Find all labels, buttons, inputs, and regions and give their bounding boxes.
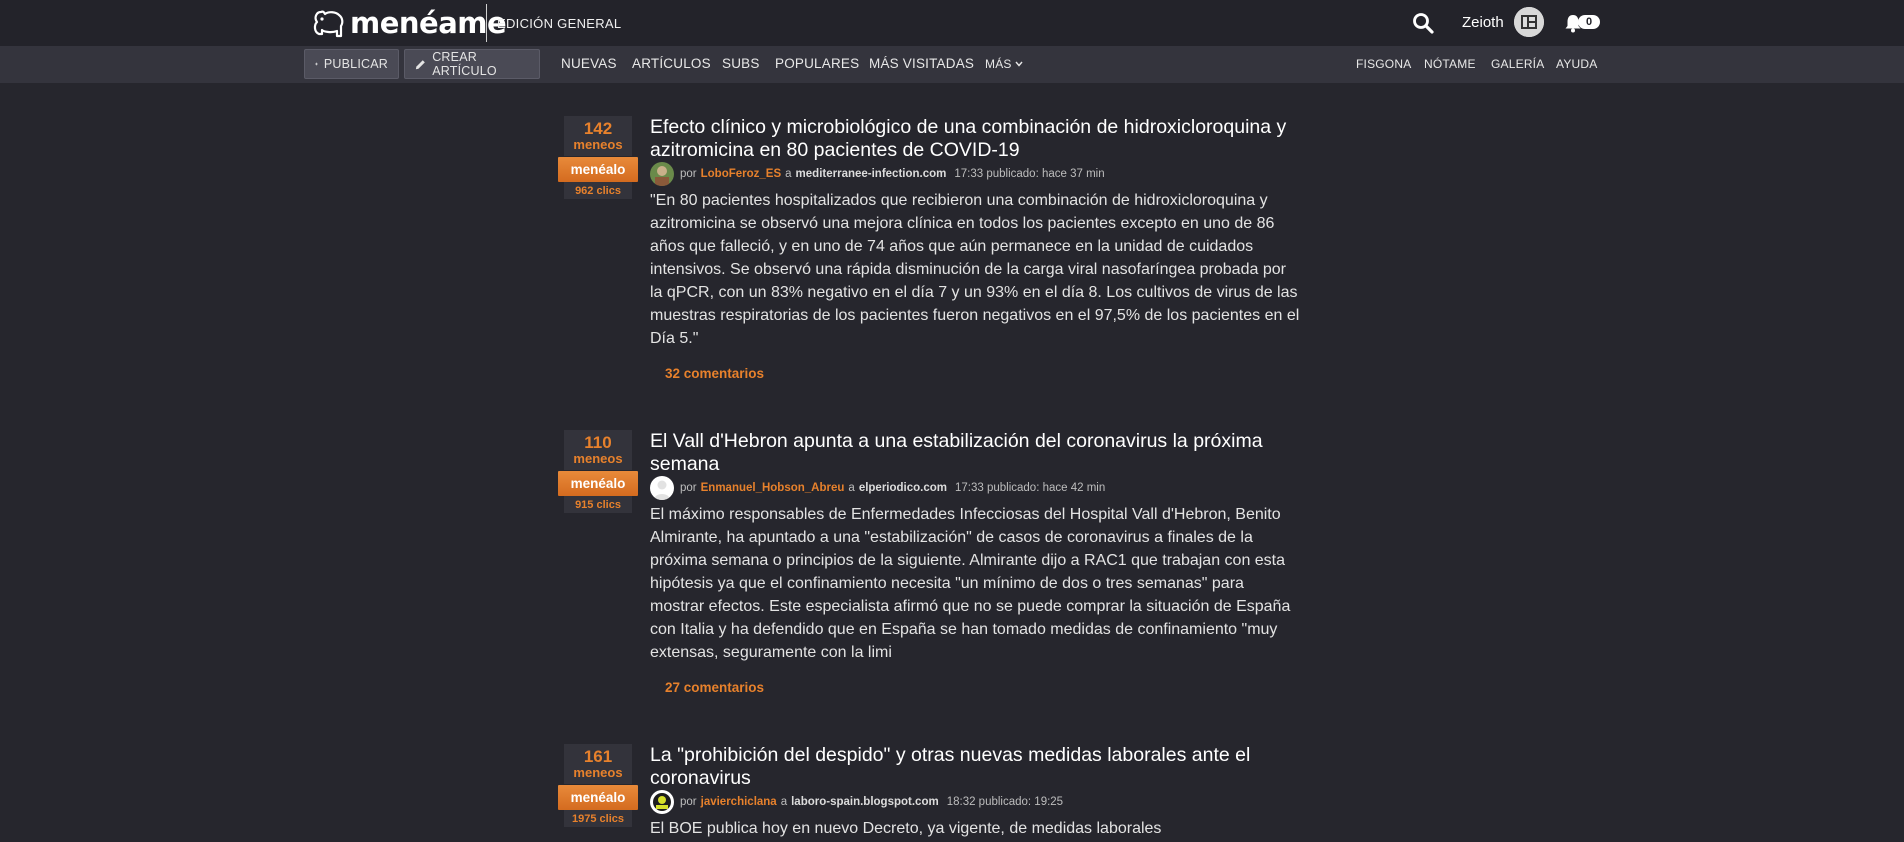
author-avatar[interactable] — [650, 162, 674, 186]
author-avatar-image-icon — [650, 476, 674, 500]
story-time: 18:32 publicado: 19:25 — [946, 796, 1064, 808]
vote-unit: meneos — [573, 451, 623, 466]
menealo-button[interactable]: menéalo — [558, 785, 638, 810]
story-body: El máximo responsables de Enfermedades I… — [650, 506, 1291, 661]
domain-link[interactable]: elperiodico.com — [859, 482, 947, 494]
story-title[interactable]: El Vall d'Hebron apunta a una estabiliza… — [650, 430, 1310, 475]
vote-counter: 161 meneos — [564, 744, 632, 784]
nav-right-galeria[interactable]: GALERÍA — [1491, 57, 1544, 71]
vote-box: 161 meneos menéalo 1975 clics — [558, 744, 638, 827]
plus-icon — [315, 62, 318, 66]
notification-count-badge[interactable]: 0 — [1578, 15, 1600, 29]
vote-count: 110 — [584, 433, 612, 452]
nav-item-mas-label: MÁS — [985, 57, 1012, 71]
nav-item-populares[interactable]: POPULARES — [775, 56, 859, 71]
edition-label[interactable]: EDICIÓN GENERAL — [497, 16, 621, 31]
avatar-image-icon — [1514, 7, 1544, 37]
author-avatar[interactable] — [650, 476, 674, 500]
domain-link[interactable]: laboro-spain.blogspot.com — [791, 796, 939, 808]
publish-button[interactable]: PUBLICAR — [304, 49, 399, 79]
nav-right-notame[interactable]: NÓTAME — [1424, 57, 1476, 71]
nav-item-articulos[interactable]: ARTÍCULOS — [632, 56, 711, 71]
nav-right-fisgona[interactable]: FISGONA — [1356, 57, 1411, 71]
vote-count: 161 — [583, 747, 613, 766]
meneame-logo-icon — [313, 10, 344, 38]
logo-divider — [486, 4, 487, 42]
comments-link[interactable]: 27 comentarios — [665, 680, 764, 695]
create-article-button-label: CREAR ARTÍCULO — [432, 50, 497, 78]
publish-button-label: PUBLICAR — [323, 57, 388, 71]
clicks-count: 915 clics — [564, 496, 632, 513]
by-label: por — [680, 168, 697, 180]
nav-item-mas[interactable]: MÁS — [985, 57, 1023, 71]
story-title[interactable]: Efecto clínico y microbiológico de una c… — [650, 116, 1310, 161]
vote-counter: 110 meneos — [564, 430, 632, 470]
story-time: 17:33 publicado: hace 42 min — [955, 482, 1106, 494]
by-label: por — [680, 796, 697, 808]
create-article-button[interactable]: CREAR ARTÍCULO — [404, 49, 540, 79]
clicks-count: 962 clics — [564, 182, 632, 199]
logo-text: menéame — [350, 6, 507, 40]
author-link[interactable]: Enmanuel_Hobson_Abreu — [701, 482, 845, 494]
comments-link[interactable]: 32 comentarios — [665, 366, 764, 381]
nav-item-nuevas[interactable]: NUEVAS — [561, 56, 617, 71]
to-label: a — [780, 796, 788, 808]
by-label: por — [680, 482, 697, 494]
vote-box: 142 meneos menéalo 962 clics — [558, 116, 638, 199]
story-meta: por javierchiclana a laboro-spain.blogsp… — [650, 790, 1063, 814]
story-time: 17:33 publicado: hace 37 min — [954, 168, 1105, 180]
pencil-icon — [415, 59, 425, 69]
menealo-button[interactable]: menéalo — [558, 157, 638, 182]
to-label: a — [848, 482, 855, 494]
top-bar — [0, 0, 1904, 46]
nav-item-mas-visitadas[interactable]: MÁS VISITADAS — [869, 56, 974, 71]
vote-unit: meneos — [573, 137, 623, 152]
nav-item-subs[interactable]: SUBS — [722, 56, 760, 71]
search-icon[interactable] — [1412, 12, 1434, 34]
clicks-count: 1975 clics — [564, 810, 632, 827]
vote-box: 110 meneos menéalo 915 clics — [558, 430, 638, 513]
story-meta: por LoboFeroz_ES a mediterranee-infectio… — [650, 162, 1105, 186]
vote-unit: meneos — [573, 765, 623, 780]
author-avatar[interactable] — [650, 790, 674, 814]
story-body: El BOE publica hoy en nuevo Decreto, ya … — [650, 820, 1162, 837]
story-meta: por Enmanuel_Hobson_Abreu a elperiodico.… — [650, 476, 1105, 500]
author-link[interactable]: javierchiclana — [701, 796, 777, 808]
vote-counter: 142 meneos — [564, 116, 632, 156]
author-link[interactable]: LoboFeroz_ES — [701, 168, 782, 180]
to-label: a — [785, 168, 792, 180]
chevron-down-icon — [1015, 61, 1023, 67]
author-avatar-image-icon — [650, 162, 674, 186]
vote-count: 142 — [583, 119, 613, 138]
logo[interactable]: menéame — [312, 4, 507, 42]
story-title[interactable]: La "prohibición del despido" y otras nue… — [650, 744, 1310, 789]
domain-link[interactable]: mediterranee-infection.com — [796, 168, 947, 180]
author-avatar-image-icon — [650, 790, 674, 814]
menealo-button[interactable]: menéalo — [558, 471, 638, 496]
user-avatar[interactable] — [1514, 7, 1544, 37]
username[interactable]: Zeioth — [1462, 14, 1504, 31]
nav-right-ayuda[interactable]: AYUDA — [1556, 57, 1597, 71]
story-body: "En 80 pacientes hospitalizados que reci… — [650, 192, 1300, 347]
